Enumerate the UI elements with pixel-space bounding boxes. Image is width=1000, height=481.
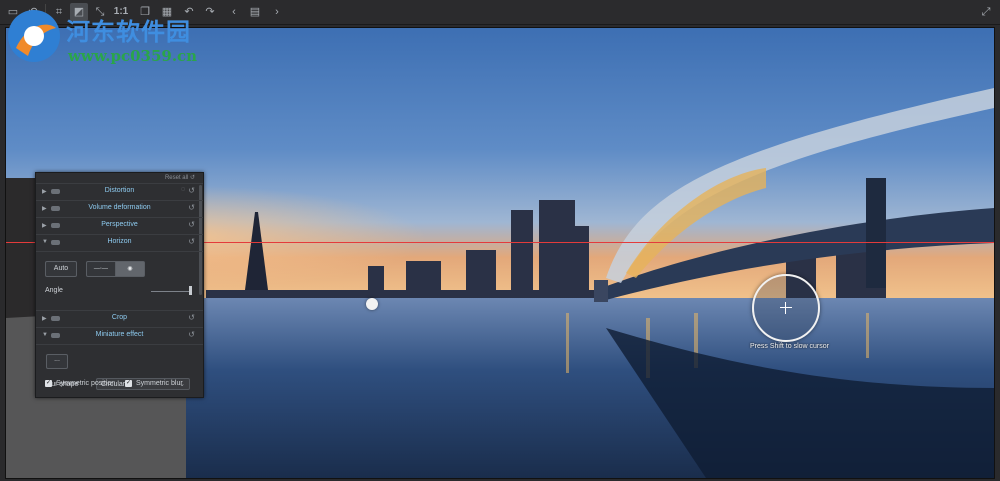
section-toggle[interactable]: [51, 223, 60, 228]
expand-arrow-icon[interactable]: ▶: [42, 315, 47, 322]
expand-arrow-icon[interactable]: ▶: [42, 205, 47, 212]
reset-icon[interactable]: ↺: [188, 186, 195, 195]
section-title: Miniature effect: [95, 331, 144, 338]
next-icon[interactable]: ›: [268, 3, 286, 21]
expand-arrow-icon[interactable]: ▶: [42, 188, 47, 195]
section-crop[interactable]: ▶ Crop ↺: [36, 310, 203, 327]
miniature-options-button[interactable]: ...: [46, 354, 68, 369]
redo-icon[interactable]: ↷: [201, 3, 219, 21]
section-miniature-effect[interactable]: ▼ Miniature effect ↺: [36, 327, 203, 344]
section-volume-deformation[interactable]: ▶ Volume deformation ↺: [36, 200, 203, 217]
reset-icon[interactable]: ↺: [188, 330, 195, 339]
horizon-drag-handle[interactable]: [366, 298, 378, 310]
reset-all-button[interactable]: Reset all ↺: [165, 174, 195, 181]
section-toggle[interactable]: [51, 333, 60, 338]
geometry-panel: Reset all ↺ ▶ Distortion ◌ ↺ ▶ Volume de…: [35, 172, 204, 398]
watermark-title: 河东软件园: [66, 17, 191, 46]
checkmark-icon: ✓: [125, 380, 132, 387]
collapse-arrow-icon[interactable]: ▼: [42, 239, 48, 245]
symmetric-position-checkbox[interactable]: ✓ Symmetric position: [45, 380, 115, 387]
horizon-line-mode-icon[interactable]: —◦—: [86, 261, 116, 277]
horizon-eye-mode-icon[interactable]: ◉: [115, 261, 145, 277]
magnifier-loupe: [752, 274, 820, 342]
section-title: Perspective: [101, 221, 138, 228]
auto-button[interactable]: Auto: [45, 261, 77, 277]
crosshair-horizontal: [780, 307, 792, 308]
angle-slider[interactable]: [151, 291, 191, 292]
angle-slider-knob[interactable]: [189, 286, 192, 295]
section-title: Distortion: [104, 187, 135, 194]
section-toggle[interactable]: [51, 240, 60, 245]
reset-icon[interactable]: ↺: [188, 203, 195, 212]
section-title: Horizon: [107, 238, 132, 245]
expand-arrow-icon[interactable]: ▶: [42, 222, 47, 229]
layout-icon[interactable]: ▤: [246, 3, 264, 21]
section-perspective[interactable]: ▶ Perspective ↺: [36, 217, 203, 234]
crosshair-vertical: [785, 302, 786, 314]
preset-icon[interactable]: ◌: [181, 186, 185, 193]
horizon-controls: Auto —◦— ◉ Angle: [36, 251, 203, 310]
watermark-url: www.pc0359.cn: [68, 47, 198, 65]
fullscreen-icon[interactable]: ⤢: [977, 3, 995, 21]
reset-icon[interactable]: ↺: [188, 313, 195, 322]
section-toggle[interactable]: [51, 316, 60, 321]
symmetric-options: ✓ Symmetric position ✓ Symmetric blur: [45, 380, 205, 392]
symmetric-blur-label: Symmetric blur: [136, 380, 183, 387]
section-horizon[interactable]: ▼ Horizon ↺: [36, 234, 203, 251]
miniature-controls: ... Blur shape Circular ⌄: [36, 344, 203, 401]
reset-icon[interactable]: ↺: [188, 237, 195, 246]
watermark-logo: [8, 10, 60, 62]
checkmark-icon: ✓: [45, 380, 52, 387]
prev-icon[interactable]: ‹: [225, 3, 243, 21]
symmetric-blur-checkbox[interactable]: ✓ Symmetric blur: [125, 380, 183, 387]
section-distortion[interactable]: ▶ Distortion ◌ ↺: [36, 183, 203, 200]
section-toggle[interactable]: [51, 189, 60, 194]
section-title: Volume deformation: [88, 204, 151, 211]
section-toggle[interactable]: [51, 206, 60, 211]
symmetric-position-label: Symmetric position: [56, 380, 116, 387]
reset-icon[interactable]: ↺: [188, 220, 195, 229]
cursor-hint: Press Shift to slow cursor: [750, 343, 829, 350]
collapse-arrow-icon[interactable]: ▼: [42, 332, 48, 338]
panel-header: Reset all ↺: [36, 173, 203, 183]
section-title: Crop: [111, 314, 128, 321]
reset-all-label: Reset all: [164, 175, 189, 181]
angle-label: Angle: [45, 287, 63, 294]
